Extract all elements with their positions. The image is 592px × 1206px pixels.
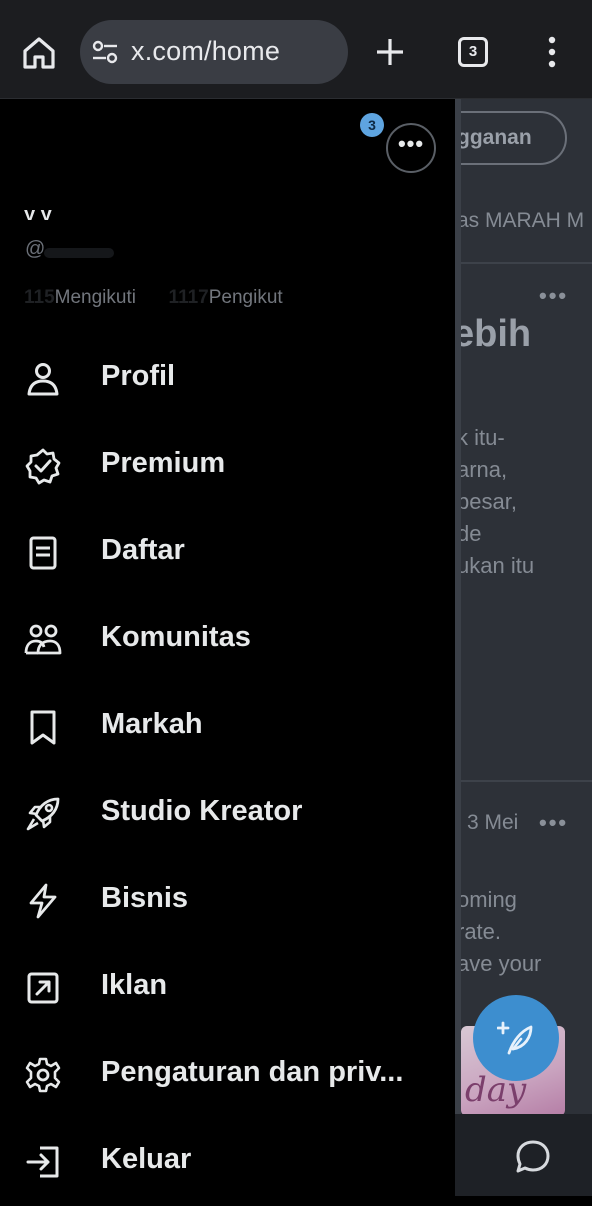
bookmark-icon [30,710,56,745]
post-more-icon[interactable]: ••• [539,810,568,836]
followers-link[interactable]: 1117Pengikut [169,287,283,308]
following-label: Mengikuti [54,287,136,308]
compose-button[interactable] [473,995,559,1081]
menu-item-premium[interactable]: Premium [0,423,455,510]
following-count: 115 [24,287,55,308]
menu-label: Premium [101,447,226,479]
post-heading: ebih [455,313,532,355]
list-icon [29,536,57,570]
url-text[interactable]: x.com/home [131,36,280,67]
menu-item-bisnis[interactable]: Bisnis [0,858,455,945]
follow-stats: 115Mengikuti 1117Pengikut [24,287,283,309]
user-handle: @ [25,238,46,260]
menu-label: Komunitas [101,621,251,653]
menu-label: Iklan [101,969,168,1001]
screen-bottom-edge [0,1196,592,1200]
logout-icon [26,1146,59,1178]
post-line: besar, [457,489,517,514]
post-line: oming [457,887,517,912]
following-link[interactable]: 115Mengikuti [24,287,141,308]
post-date: 3 Mei [467,811,519,834]
external-link-icon [27,972,59,1004]
menu-item-pengaturan[interactable]: Pengaturan dan priv... [0,1032,455,1119]
menu-label: Markah [101,708,203,740]
browser-toolbar: x.com/home 3 [0,0,592,99]
menu-label: Bisnis [101,882,189,914]
subscribe-button[interactable]: gganan [455,111,567,165]
menu-item-daftar[interactable]: Daftar [0,510,455,597]
tab-switcher-icon[interactable]: 3 [458,37,488,67]
divider [455,262,592,264]
menu-item-keluar[interactable]: Keluar [0,1119,455,1206]
menu-label: Daftar [101,534,185,566]
user-icon [27,363,59,396]
messages-icon[interactable] [514,1138,552,1176]
home-icon[interactable] [20,34,58,72]
post-line: arna, [457,457,508,482]
menu-item-komunitas[interactable]: Komunitas [0,597,455,684]
menu-item-studio-kreator[interactable]: Studio Kreator [0,771,455,858]
rocket-icon [26,797,60,831]
menu-label: Pengaturan dan priv... [101,1056,404,1088]
account-more-button[interactable]: ••• [386,123,436,173]
followers-count: 1117 [168,287,209,308]
communities-icon [24,624,62,655]
display-name: y y [24,210,64,220]
drawer-edge [455,99,461,1114]
post-line: k itu- [457,425,505,450]
divider [455,780,592,782]
post-line: ave your [457,951,542,976]
post-more-icon[interactable]: ••• [539,283,568,309]
lightning-icon [29,883,57,919]
menu-label: Keluar [101,1143,192,1175]
more-vert-icon[interactable] [544,36,560,68]
address-bar[interactable]: x.com/home [80,20,348,84]
menu-label: Studio Kreator [101,795,303,827]
site-settings-icon[interactable] [92,40,118,64]
handle-redacted [44,248,114,258]
verified-badge-icon [25,448,61,485]
settings-icon [25,1057,61,1093]
menu-item-markah[interactable]: Markah [0,684,455,771]
new-tab-icon[interactable] [374,36,406,68]
followers-label: Pengikut [208,287,283,308]
menu-label: Profil [101,360,176,392]
notification-badge: 3 [360,113,384,137]
compose-feather-icon [497,1021,533,1055]
menu-item-iklan[interactable]: Iklan [0,945,455,1032]
trend-text: as MARAH M [457,209,585,232]
post-line: rate. [457,919,502,944]
post-line: ukan itu [457,553,535,578]
menu-item-profil[interactable]: Profil [0,336,455,423]
